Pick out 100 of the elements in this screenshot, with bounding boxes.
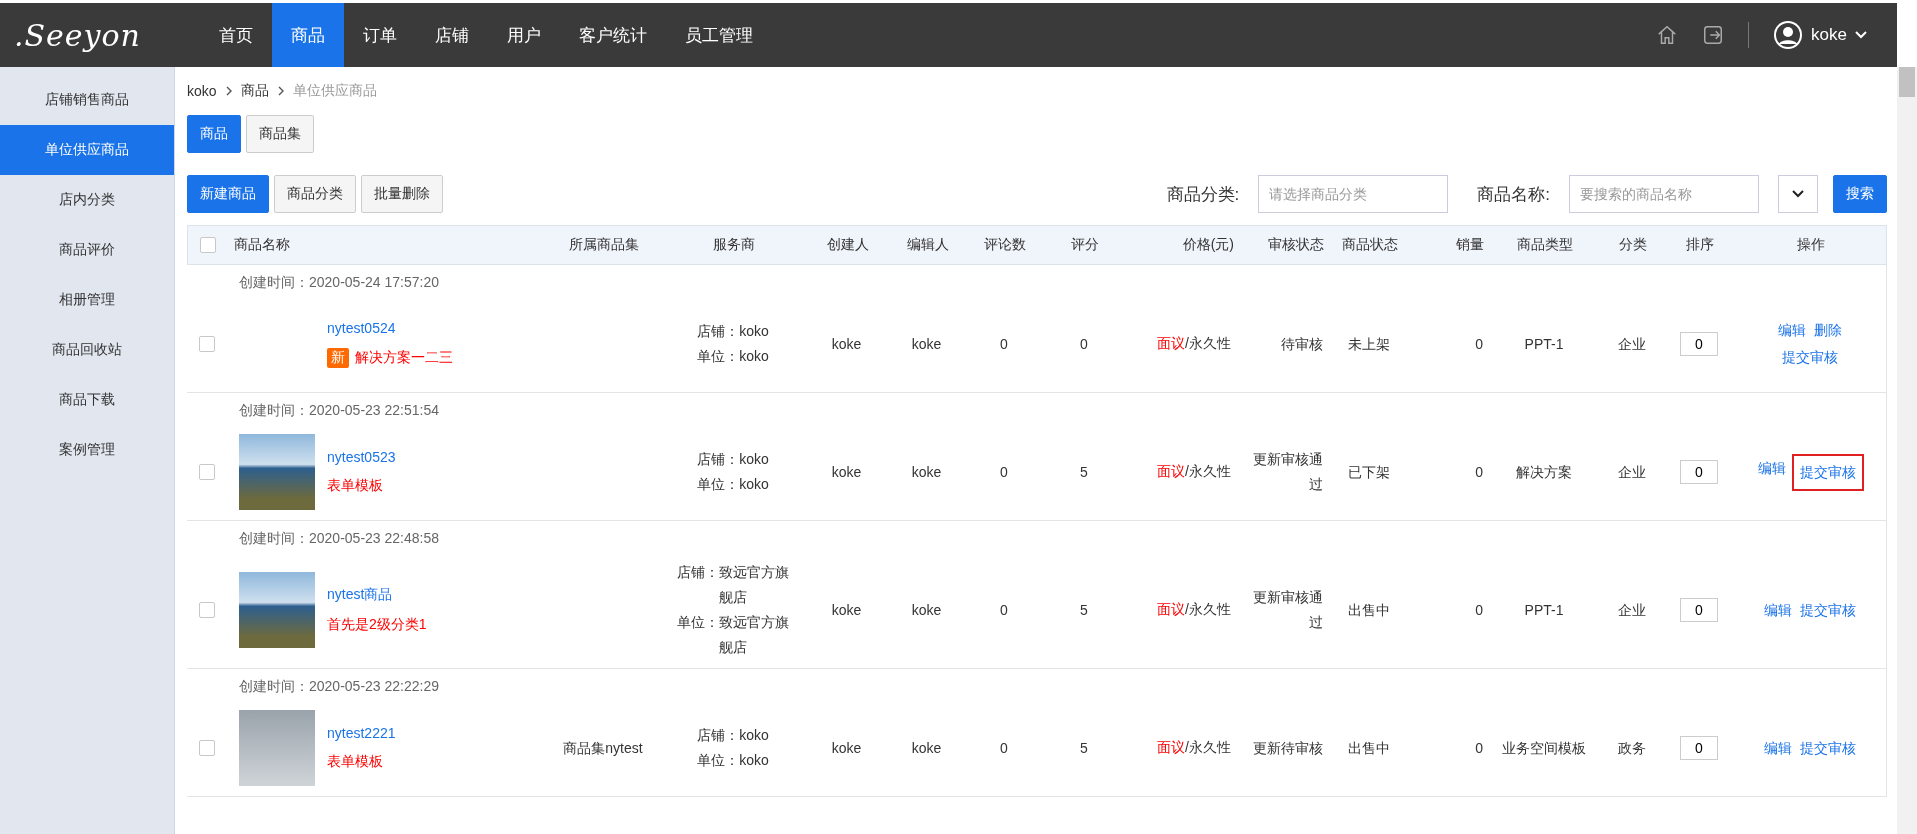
nav-item[interactable]: 订单 bbox=[344, 3, 416, 67]
table-cell-text: 0 bbox=[1474, 334, 1484, 354]
action-link[interactable]: 编辑 bbox=[1758, 455, 1786, 489]
action-link[interactable]: 编辑 bbox=[1764, 735, 1792, 761]
table-cell-text: 5 bbox=[1079, 738, 1089, 758]
table-cell-text: 出售中 bbox=[1347, 738, 1391, 758]
sidebar-item[interactable]: 单位供应商品 bbox=[0, 125, 174, 175]
column-header: 审核状态 bbox=[1267, 236, 1325, 254]
nav-item[interactable]: 首页 bbox=[200, 3, 272, 67]
table-cell-text: koke bbox=[830, 738, 863, 758]
provider-text: 单位：致远官方旗舰店 bbox=[676, 613, 790, 657]
chevron-icon bbox=[276, 86, 285, 96]
nav-item[interactable]: 客户统计 bbox=[560, 3, 666, 67]
provider-text: 店铺：致远官方旗舰店 bbox=[676, 563, 790, 607]
nav-item[interactable]: 商品 bbox=[272, 3, 344, 67]
sidebar-item[interactable]: 案例管理 bbox=[0, 425, 174, 475]
logo[interactable]: .Seeyon bbox=[0, 3, 200, 67]
table-cell-text: 政务 bbox=[1616, 738, 1647, 758]
action-link[interactable]: 提交审核 bbox=[1782, 345, 1838, 370]
table-cell-text: koke bbox=[830, 334, 863, 354]
column-header: 商品状态 bbox=[1341, 236, 1399, 254]
product-name[interactable]: nytest0523 bbox=[327, 449, 396, 465]
product-name[interactable]: nytest0524 bbox=[327, 320, 453, 336]
nav-item[interactable]: 用户 bbox=[488, 3, 560, 67]
home-icon[interactable] bbox=[1656, 24, 1679, 46]
product-subtitle: 表单模板 bbox=[327, 753, 383, 771]
scrollbar[interactable] bbox=[1897, 67, 1917, 834]
filter-label: 商品分类: bbox=[1166, 183, 1240, 206]
sort-field[interactable]: 0 bbox=[1680, 598, 1718, 622]
created-time: 创建时间：2020-05-24 17:57:20 bbox=[238, 272, 440, 292]
column-header: 服务商 bbox=[712, 236, 756, 254]
logout-icon[interactable] bbox=[1702, 24, 1725, 46]
column-header: 价格(元) bbox=[1181, 236, 1235, 254]
provider-text: 店铺：koko bbox=[697, 450, 769, 469]
toolbar-button[interactable]: 商品分类 bbox=[274, 175, 356, 213]
row-checkbox[interactable] bbox=[199, 602, 215, 618]
sidebar-item[interactable]: 商品评价 bbox=[0, 225, 174, 275]
sort-field[interactable]: 0 bbox=[1680, 332, 1718, 356]
sidebar-item[interactable]: 店内分类 bbox=[0, 175, 174, 225]
action-link[interactable]: 编辑 bbox=[1778, 318, 1806, 343]
column-header: 分类 bbox=[1617, 236, 1648, 254]
select-all-checkbox[interactable] bbox=[200, 237, 216, 253]
product-name[interactable]: nytest商品 bbox=[327, 586, 427, 604]
provider-text: 店铺：koko bbox=[697, 322, 769, 341]
table-cell-text: 0 bbox=[1079, 334, 1089, 354]
filter-field[interactable]: 要搜索的商品名称 bbox=[1569, 175, 1759, 213]
table-cell-text: 0 bbox=[999, 600, 1009, 620]
column-header: 商品名称 bbox=[233, 236, 291, 254]
provider-text: 单位：koko bbox=[697, 347, 769, 366]
row-checkbox[interactable] bbox=[199, 336, 215, 352]
nav-item[interactable]: 员工管理 bbox=[666, 3, 772, 67]
row-checkbox[interactable] bbox=[199, 464, 215, 480]
table-cell-text: 5 bbox=[1079, 600, 1089, 620]
filter-field[interactable]: 请选择商品分类 bbox=[1258, 175, 1449, 213]
sidebar-item[interactable]: 店铺销售商品 bbox=[0, 75, 174, 125]
breadcrumb-item[interactable]: 商品 bbox=[240, 82, 269, 100]
caret-icon bbox=[1855, 31, 1867, 39]
column-header: 商品类型 bbox=[1516, 236, 1574, 254]
table-cell-text: 0 bbox=[999, 738, 1009, 758]
product-subtitle: 首先是2级分类1 bbox=[327, 616, 427, 634]
breadcrumb-item[interactable]: koko bbox=[187, 83, 217, 99]
row-checkbox[interactable] bbox=[199, 740, 215, 756]
sort-field[interactable]: 0 bbox=[1680, 736, 1718, 760]
column-header: 编辑人 bbox=[905, 236, 950, 254]
nav-item[interactable]: 店铺 bbox=[416, 3, 488, 67]
action-link[interactable]: 提交审核 bbox=[1794, 455, 1862, 489]
sidebar-item[interactable]: 商品回收站 bbox=[0, 325, 174, 375]
expand-button[interactable] bbox=[1778, 175, 1818, 213]
sort-field[interactable]: 0 bbox=[1680, 460, 1718, 484]
table-cell-text: 已下架 bbox=[1347, 462, 1391, 482]
toolbar-button[interactable]: 新建商品 bbox=[187, 175, 269, 213]
table-cell-text: 商品集nytest bbox=[562, 738, 644, 758]
table-cell-text: 业务空间模板 bbox=[1501, 738, 1587, 758]
column-header: 销量 bbox=[1455, 236, 1485, 254]
chevron-down-icon bbox=[1792, 190, 1804, 198]
created-time: 创建时间：2020-05-23 22:22:29 bbox=[238, 676, 440, 696]
action-link[interactable]: 删除 bbox=[1814, 318, 1842, 343]
product-name[interactable]: nytest2221 bbox=[327, 725, 396, 741]
table-cell-text: koke bbox=[830, 600, 863, 620]
action-link[interactable]: 编辑 bbox=[1764, 597, 1792, 623]
column-header: 排序 bbox=[1685, 236, 1715, 254]
action-link[interactable]: 提交审核 bbox=[1800, 735, 1856, 761]
user-name[interactable]: koke bbox=[1811, 25, 1847, 45]
chevron-icon bbox=[224, 86, 233, 96]
table-cell-text: koke bbox=[910, 334, 943, 354]
filter-label: 商品名称: bbox=[1477, 183, 1550, 206]
sidebar-item[interactable]: 相册管理 bbox=[0, 275, 174, 325]
action-link[interactable]: 提交审核 bbox=[1800, 597, 1856, 623]
table-cell-text: koke bbox=[910, 600, 943, 620]
sidebar-item[interactable]: 商品下载 bbox=[0, 375, 174, 425]
tab[interactable]: 商品集 bbox=[246, 115, 314, 153]
table-cell-text: 0 bbox=[1474, 462, 1484, 482]
table-cell-text: 企业 bbox=[1616, 462, 1647, 482]
toolbar-button[interactable]: 批量删除 bbox=[361, 175, 443, 213]
tab[interactable]: 商品 bbox=[187, 115, 241, 153]
table-cell-text: koke bbox=[910, 738, 943, 758]
table-cell-text: 0 bbox=[1474, 600, 1484, 620]
new-badge: 新 bbox=[327, 348, 349, 368]
avatar-icon[interactable] bbox=[1773, 20, 1804, 50]
search-button[interactable]: 搜索 bbox=[1833, 175, 1887, 213]
